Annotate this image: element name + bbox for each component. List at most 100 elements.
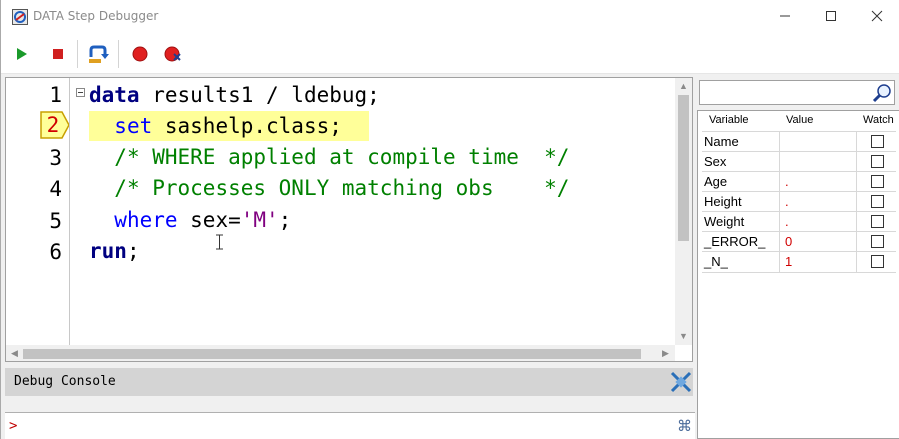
code-line-2[interactable]: set sashelp.class; [89, 111, 342, 141]
variable-row[interactable]: Sex [702, 151, 896, 172]
column-header-variable[interactable]: Variable [709, 114, 749, 126]
variable-row[interactable]: Age . [702, 171, 896, 192]
vertical-scroll-thumb[interactable] [678, 95, 689, 241]
variable-value: 1 [780, 252, 857, 272]
toolbar [1, 34, 899, 74]
console-prompt: > [9, 418, 18, 434]
minimize-button[interactable] [762, 0, 808, 32]
scroll-down-icon[interactable]: ▼ [675, 328, 692, 345]
column-header-value[interactable]: Value [786, 114, 813, 126]
editor-horizontal-scrollbar[interactable]: ◀ ▶ [6, 345, 675, 361]
variables-header: Variable Value Watch [698, 111, 899, 130]
scroll-right-icon[interactable]: ▶ [657, 345, 674, 361]
code-line-1[interactable]: data results1 / ldebug; [89, 80, 380, 110]
toolbar-separator [118, 40, 119, 68]
code-line-6[interactable]: run; [89, 236, 140, 266]
line-number: 6 [49, 240, 62, 264]
close-icon [871, 10, 883, 22]
watch-checkbox[interactable] [871, 195, 884, 208]
code-text: ; [278, 208, 292, 232]
stop-button[interactable] [46, 42, 70, 66]
code-line-5[interactable]: where sex='M'; [89, 205, 291, 235]
command-icon[interactable]: ⌘ [677, 417, 692, 435]
variable-row[interactable]: _N_ 1 [702, 251, 896, 272]
close-button[interactable] [854, 0, 899, 32]
line-number: 1 [49, 83, 62, 107]
go-button[interactable] [10, 42, 34, 66]
variable-row[interactable]: Weight . [702, 211, 896, 232]
code-text: ; [126, 239, 140, 263]
watch-checkbox[interactable] [871, 175, 884, 188]
code-text: sex= [177, 208, 241, 232]
current-line-number: 2 [46, 113, 60, 137]
clear-breakpoints-button[interactable] [161, 42, 185, 66]
debugger-window: DATA Step Debugger 1 3 4 5 6 2 data resu… [0, 0, 899, 439]
variable-value: . [780, 172, 857, 192]
line-number: 4 [49, 177, 62, 201]
search-icon[interactable] [872, 83, 892, 108]
debug-console-input[interactable]: > ⌘ [5, 412, 695, 439]
scroll-left-icon[interactable]: ◀ [6, 345, 23, 361]
window-title: DATA Step Debugger [33, 9, 159, 23]
i-beam-cursor-icon [215, 234, 224, 255]
comment: /* WHERE applied at compile time */ [114, 145, 570, 169]
debug-console-title: Debug Console [14, 374, 116, 389]
variable-row[interactable]: _ERROR_ 0 [702, 231, 896, 252]
variable-search-input[interactable] [699, 80, 895, 105]
maximize-button[interactable] [808, 0, 854, 32]
fold-guide [69, 78, 70, 345]
comment: /* Processes ONLY matching obs */ [114, 176, 570, 200]
editor-vertical-scrollbar[interactable]: ▲ ▼ [675, 78, 692, 345]
variable-name: _N_ [702, 252, 780, 272]
variable-row[interactable]: Name [702, 131, 896, 152]
fold-collapse-icon[interactable] [76, 88, 85, 97]
keyword: where [114, 208, 178, 232]
app-icon [12, 9, 28, 25]
variable-name: Name [702, 132, 780, 152]
variable-name: Sex [702, 152, 780, 172]
variable-name: _ERROR_ [702, 232, 780, 252]
code-line-4[interactable]: /* Processes ONLY matching obs */ [89, 173, 569, 203]
variable-value: . [780, 212, 857, 232]
line-number: 3 [49, 146, 62, 170]
column-header-watch[interactable]: Watch [863, 114, 894, 126]
code-text: sashelp.class; [152, 114, 342, 138]
tools-icon [670, 371, 692, 393]
line-number-gutter[interactable]: 1 3 4 5 6 2 [6, 78, 70, 345]
code-line-3[interactable]: /* WHERE applied at compile time */ [89, 142, 569, 172]
keyword: run [89, 239, 127, 263]
scroll-up-icon[interactable]: ▲ [675, 78, 692, 95]
console-tools-button[interactable] [669, 370, 693, 399]
go-icon [17, 48, 27, 60]
toolbar-separator [77, 40, 78, 68]
keyword: data [89, 83, 140, 107]
variable-value: . [780, 192, 857, 212]
variable-name: Age [702, 172, 780, 192]
minimize-icon [780, 15, 790, 17]
code-text: results1 / ldebug; [139, 83, 380, 107]
debug-console-header: Debug Console [5, 368, 693, 396]
watch-checkbox[interactable] [871, 255, 884, 268]
breakpoint-button[interactable] [128, 42, 152, 66]
horizontal-scroll-thumb[interactable] [23, 349, 641, 359]
variable-name: Height [702, 192, 780, 212]
variable-value [780, 152, 857, 172]
code-editor[interactable]: 1 3 4 5 6 2 data results1 / ldebug; set … [5, 77, 693, 362]
watch-checkbox[interactable] [871, 155, 884, 168]
maximize-icon [826, 11, 836, 21]
variable-value [780, 132, 857, 152]
variable-row[interactable]: Height . [702, 191, 896, 212]
watch-checkbox[interactable] [871, 215, 884, 228]
step-over-icon [89, 45, 109, 63]
keyword: set [114, 114, 153, 138]
clear-breakpoints-icon [164, 46, 181, 62]
watch-checkbox[interactable] [871, 235, 884, 248]
variables-grid-bottom [702, 272, 896, 273]
variable-name: Weight [702, 212, 780, 232]
step-over-button[interactable] [86, 42, 110, 66]
line-number: 5 [49, 209, 62, 233]
watch-checkbox[interactable] [871, 135, 884, 148]
breakpoint-icon [132, 46, 148, 62]
string-literal: 'M' [240, 208, 279, 232]
stop-icon [53, 49, 63, 59]
